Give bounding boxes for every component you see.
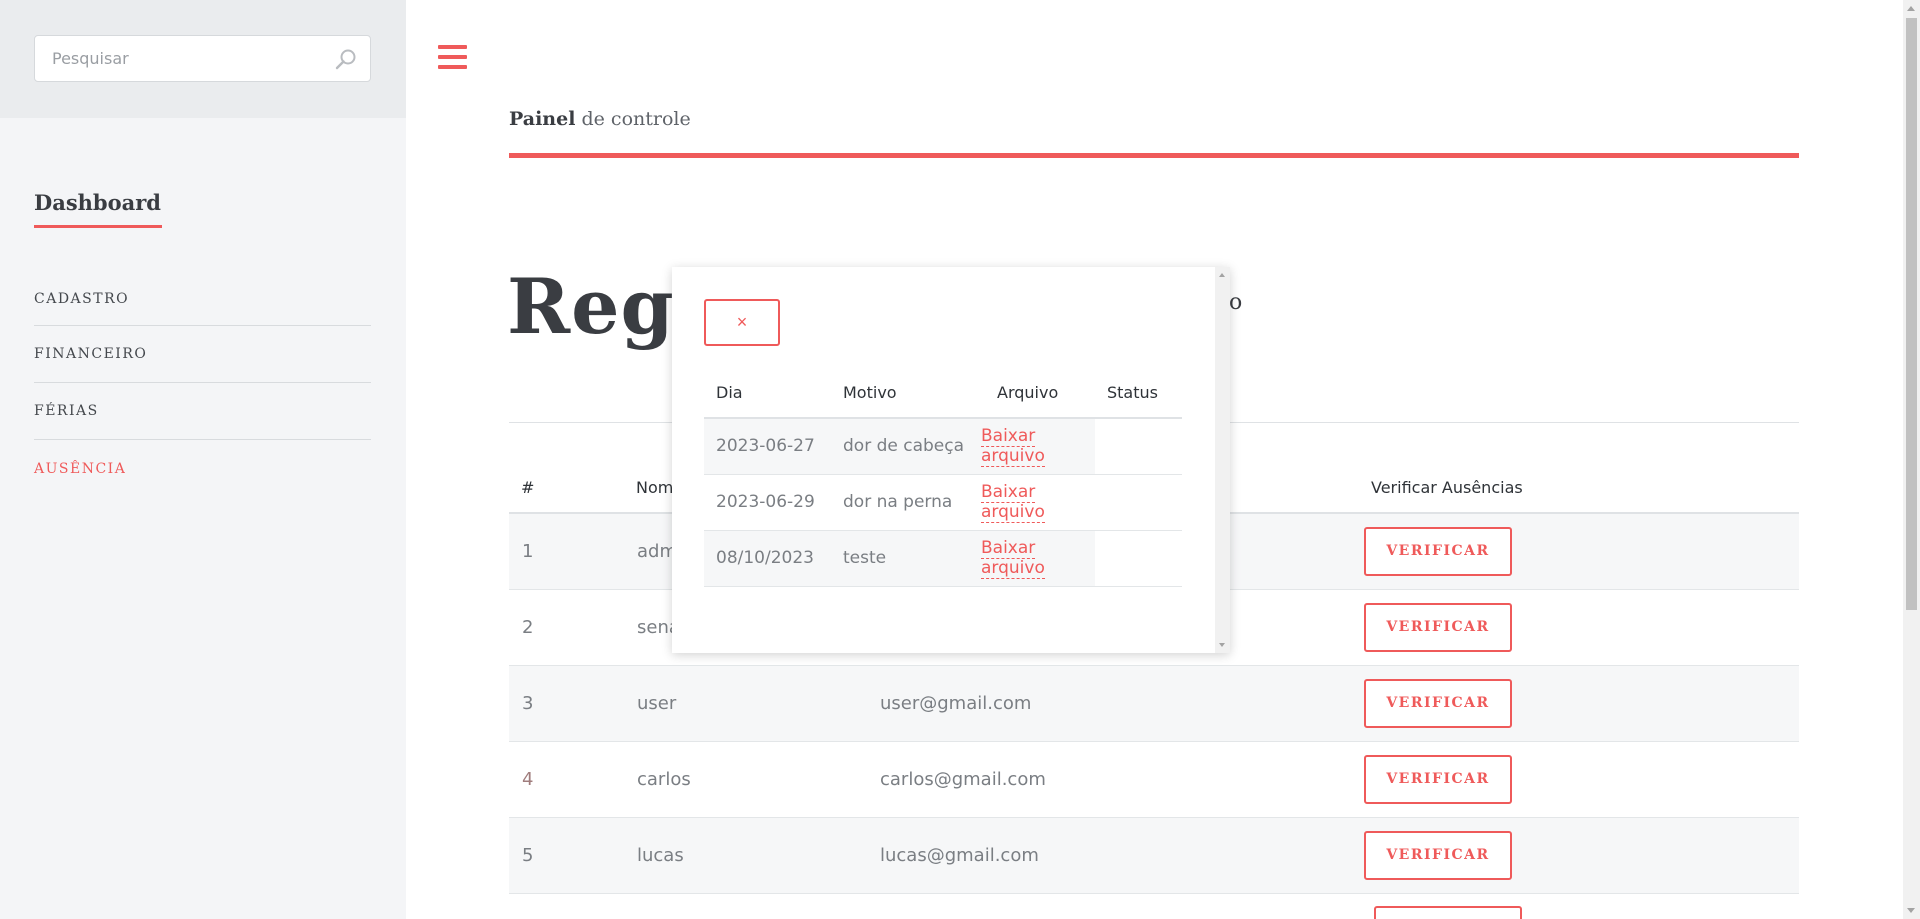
col-dia: Dia [704, 368, 831, 419]
table-row: 4 carlos carlos@gmail.com VERIFICAR [509, 741, 1799, 818]
absence-modal: × Dia Motivo Arquivo Status 2023-06-27 d… [672, 267, 1230, 653]
verify-button-partial[interactable] [1374, 906, 1522, 919]
download-link[interactable]: Baixar arquivo [981, 482, 1045, 523]
search-icon[interactable] [334, 47, 358, 71]
page-scrollbar[interactable] [1903, 0, 1920, 919]
sidebar-item-financeiro[interactable]: FINANCEIRO [34, 326, 371, 383]
absence-dia: 2023-06-27 [704, 418, 831, 475]
row-id: 4 [509, 741, 624, 818]
breadcrumb: Painel de controle [509, 108, 691, 130]
absence-table: Dia Motivo Arquivo Status 2023-06-27 dor… [704, 368, 1182, 587]
absence-motivo: teste [831, 530, 969, 587]
sidebar-item-cadastro[interactable]: CADASTRO [34, 272, 371, 326]
verify-button[interactable]: VERIFICAR [1364, 754, 1512, 804]
row-action: VERIFICAR [1359, 817, 1799, 894]
close-icon: × [736, 312, 748, 332]
absence-status [1095, 418, 1182, 475]
col-verify: Verificar Ausências [1359, 462, 1799, 514]
absence-dia: 08/10/2023 [704, 530, 831, 587]
sidebar-title: Dashboard [34, 190, 161, 215]
verify-button[interactable]: VERIFICAR [1364, 526, 1512, 576]
row-action: VERIFICAR [1359, 589, 1799, 666]
close-button[interactable]: × [704, 299, 780, 346]
row-id: 1 [509, 513, 624, 590]
row-email: lucas@gmail.com [867, 817, 1359, 894]
search-box[interactable] [34, 35, 371, 82]
sidebar-item-ferias[interactable]: FÉRIAS [34, 383, 371, 440]
row-email: carlos@gmail.com [867, 741, 1359, 818]
absence-row: 2023-06-29 dor na perna Baixar arquivo [704, 474, 1182, 531]
download-link[interactable]: Baixar arquivo [981, 426, 1045, 468]
col-status: Status [1095, 368, 1182, 419]
page-title-trailing: o [1229, 290, 1244, 315]
breadcrumb-bold: Painel [509, 108, 576, 130]
breadcrumb-rest: de controle [575, 108, 691, 130]
absence-status [1095, 530, 1182, 587]
absence-dia: 2023-06-29 [704, 474, 831, 531]
modal-scroll-down-icon[interactable] [1219, 643, 1225, 647]
absence-table-header: Dia Motivo Arquivo Status [704, 368, 1182, 419]
verify-button[interactable]: VERIFICAR [1364, 602, 1512, 652]
absence-arquivo: Baixar arquivo [969, 418, 1095, 475]
row-name: lucas [624, 817, 867, 894]
absence-row: 08/10/2023 teste Baixar arquivo [704, 530, 1182, 587]
modal-scroll-up-icon[interactable] [1219, 273, 1225, 277]
row-name: carlos [624, 741, 867, 818]
row-id: 5 [509, 817, 624, 894]
sidebar: Dashboard CADASTRO FINANCEIRO FÉRIAS AUS… [0, 0, 406, 919]
col-motivo: Motivo [831, 368, 969, 419]
download-link[interactable]: Baixar arquivo [981, 538, 1045, 579]
search-area [0, 0, 406, 118]
hamburger-icon[interactable] [438, 45, 467, 70]
row-action: VERIFICAR [1359, 665, 1799, 742]
absence-status [1095, 474, 1182, 531]
sidebar-menu: CADASTRO FINANCEIRO FÉRIAS AUSÊNCIA [34, 272, 371, 497]
col-id: # [509, 462, 624, 514]
col-arquivo: Arquivo [969, 368, 1095, 419]
header-divider [509, 153, 1799, 158]
row-email: user@gmail.com [867, 665, 1359, 742]
absence-row: 2023-06-27 dor de cabeça Baixar arquivo [704, 418, 1182, 475]
row-name: user [624, 665, 867, 742]
modal-scrollbar[interactable] [1215, 267, 1230, 653]
absence-arquivo: Baixar arquivo [969, 474, 1095, 531]
absence-arquivo: Baixar arquivo [969, 530, 1095, 587]
scrollbar-thumb[interactable] [1906, 18, 1917, 610]
row-action: VERIFICAR [1359, 741, 1799, 818]
absence-motivo: dor de cabeça [831, 418, 969, 475]
sidebar-title-underline [34, 225, 162, 228]
scroll-up-icon[interactable] [1907, 6, 1915, 11]
row-action: VERIFICAR [1359, 513, 1799, 590]
verify-button[interactable]: VERIFICAR [1364, 830, 1512, 880]
scroll-down-icon[interactable] [1907, 908, 1915, 913]
table-row: 5 lucas lucas@gmail.com VERIFICAR [509, 817, 1799, 894]
row-id: 2 [509, 589, 624, 666]
absence-motivo: dor na perna [831, 474, 969, 531]
table-row: 3 user user@gmail.com VERIFICAR [509, 665, 1799, 742]
row-id: 3 [509, 665, 624, 742]
sidebar-item-ausencia[interactable]: AUSÊNCIA [34, 440, 371, 497]
verify-button[interactable]: VERIFICAR [1364, 678, 1512, 728]
search-input[interactable] [52, 49, 312, 68]
